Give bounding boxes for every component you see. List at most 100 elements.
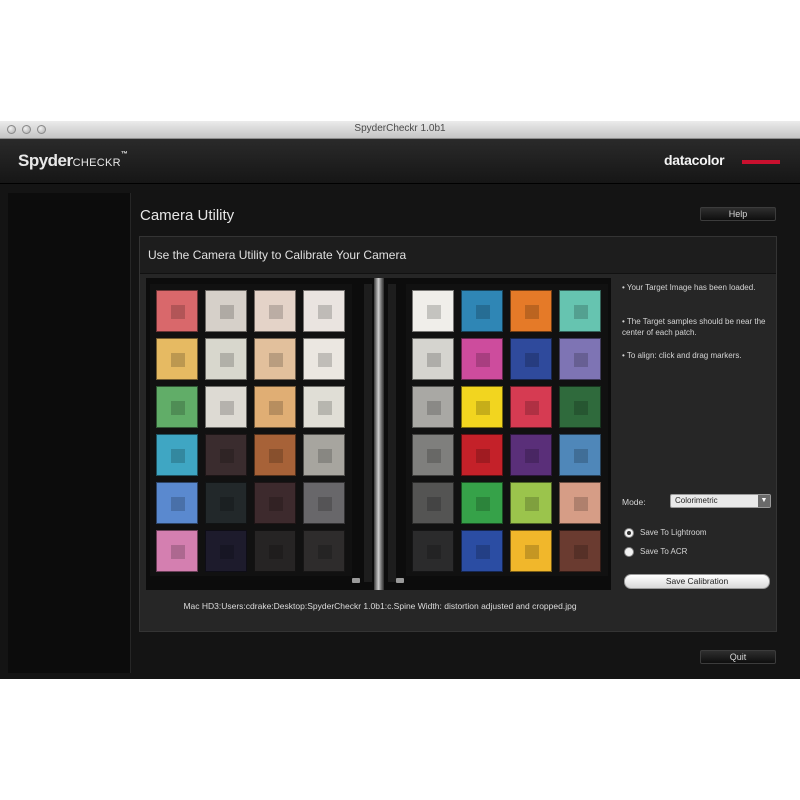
right-patch [461,434,503,476]
sample-marker [220,449,234,463]
instruction-1: • Your Target Image has been loaded. [622,283,756,292]
sample-marker [525,305,539,319]
sample-marker [574,353,588,367]
sample-marker [574,449,588,463]
sample-marker [476,449,490,463]
right-patch [559,338,601,380]
sample-marker [476,401,490,415]
mode-value: Colorimetric [675,496,718,505]
sample-marker [476,305,490,319]
chart-spine-marker[interactable] [374,278,384,590]
save-calibration-button[interactable]: Save Calibration [624,574,770,589]
window-titlebar: SpyderCheckr 1.0b1 [0,121,800,139]
left-patch [156,530,198,572]
datacolor-logo: datacolor [664,152,780,168]
right-patch [412,482,454,524]
right-patch [461,386,503,428]
left-patch [254,338,296,380]
sample-marker [269,449,283,463]
panel-header: Use the Camera Utility to Calibrate Your… [140,237,776,274]
instruction-3: • To align: click and drag markers. [622,351,742,360]
sample-marker [427,305,441,319]
chevron-down-icon: ▼ [758,495,770,507]
sample-marker [269,497,283,511]
sample-marker [171,497,185,511]
sample-marker [318,353,332,367]
left-patch [156,482,198,524]
mode-select[interactable]: Colorimetric ▼ [670,494,771,508]
calibration-panel: Use the Camera Utility to Calibrate Your… [139,236,777,632]
sample-marker [476,545,490,559]
sample-marker [318,545,332,559]
logo-accent-bar [742,160,780,164]
chart-spine-right [388,284,396,582]
left-patch [205,434,247,476]
sample-marker [220,401,234,415]
right-patch [559,386,601,428]
left-patch [303,386,345,428]
left-patch [254,530,296,572]
right-patch [461,290,503,332]
chart-right-page [406,284,608,576]
left-patch [303,530,345,572]
spydercheckr-logo: SpyderCHECKR™ [18,151,128,171]
vendor-name: datacolor [664,152,725,168]
panel-title: Use the Camera Utility to Calibrate Your… [148,248,407,262]
left-patch [254,434,296,476]
left-patch [205,290,247,332]
sample-marker [525,545,539,559]
left-patch [205,386,247,428]
sample-marker [427,401,441,415]
sample-marker [269,305,283,319]
sample-marker [574,305,588,319]
quit-button[interactable]: Quit [700,650,776,664]
left-patch [205,530,247,572]
left-patch [303,338,345,380]
right-patch [559,530,601,572]
corner-marker-right[interactable] [396,578,404,583]
brand-tm: ™ [120,151,128,158]
page-title: Camera Utility [140,207,235,224]
sample-marker [171,449,185,463]
right-patch [461,530,503,572]
sample-marker [525,401,539,415]
target-image[interactable] [146,278,611,590]
sample-marker [220,305,234,319]
instruction-2: • The Target samples should be near the … [622,317,766,337]
save-to-lightroom-label: Save To Lightroom [640,528,707,537]
right-patch [412,338,454,380]
sample-marker [427,353,441,367]
window-title: SpyderCheckr 1.0b1 [354,123,446,134]
sample-marker [574,497,588,511]
left-patch [254,482,296,524]
right-patch [412,530,454,572]
sample-marker [476,497,490,511]
sample-marker [171,353,185,367]
left-patch [205,338,247,380]
sample-marker [171,401,185,415]
right-patch [510,386,552,428]
right-patch [510,530,552,572]
save-to-acr-radio[interactable] [624,547,634,557]
right-patch [412,290,454,332]
sample-marker [171,305,185,319]
right-patch [461,482,503,524]
sample-marker [427,497,441,511]
help-button[interactable]: Help [700,207,776,221]
sample-marker [220,497,234,511]
right-patch [510,434,552,476]
brand-main: Spyder [18,151,73,170]
right-patch [559,290,601,332]
save-to-lightroom-radio[interactable] [624,528,634,538]
sample-marker [525,449,539,463]
sample-marker [220,545,234,559]
corner-marker-left[interactable] [352,578,360,583]
sample-marker [269,353,283,367]
right-patch [461,338,503,380]
save-to-acr-label: Save To ACR [640,547,688,556]
sample-marker [525,353,539,367]
left-patch [303,482,345,524]
sample-marker [269,545,283,559]
sample-marker [574,401,588,415]
left-patch [303,290,345,332]
